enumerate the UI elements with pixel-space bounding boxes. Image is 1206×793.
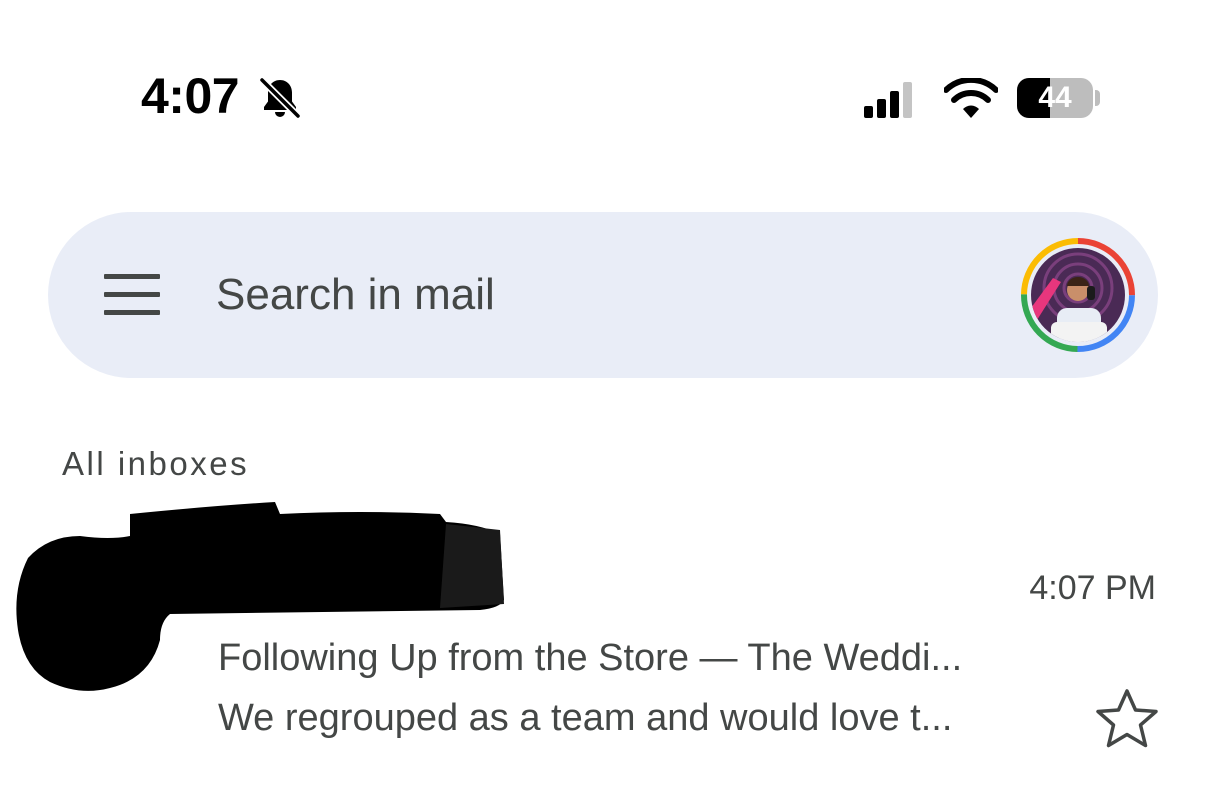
email-time: 4:07 PM (1029, 569, 1156, 607)
battery-percent: 44 (1038, 81, 1072, 114)
wifi-icon (944, 78, 998, 118)
status-time: 4:07 (141, 68, 240, 124)
battery-indicator: 44 (1017, 78, 1093, 118)
search-bar[interactable] (48, 212, 1158, 378)
cellular-signal-icon (864, 82, 912, 118)
battery-nub (1095, 90, 1100, 106)
email-subject: Following Up from the Store — The Weddi.… (218, 637, 963, 679)
email-list-item[interactable]: 4:07 PM Following Up from the Store — Th… (0, 500, 1206, 770)
star-outline-icon[interactable] (1094, 686, 1160, 752)
hamburger-menu-icon[interactable] (104, 274, 160, 316)
bell-slash-icon (258, 76, 302, 120)
email-snippet: We regrouped as a team and would love t.… (218, 697, 953, 739)
account-avatar[interactable] (1019, 236, 1137, 354)
avatar-photo (1031, 248, 1125, 342)
inbox-section-label: All inboxes (62, 445, 250, 482)
search-input[interactable] (216, 262, 976, 328)
gmail-inbox-screen: 4:07 44 Search in mail All inboxes 4:07 … (0, 0, 1206, 793)
